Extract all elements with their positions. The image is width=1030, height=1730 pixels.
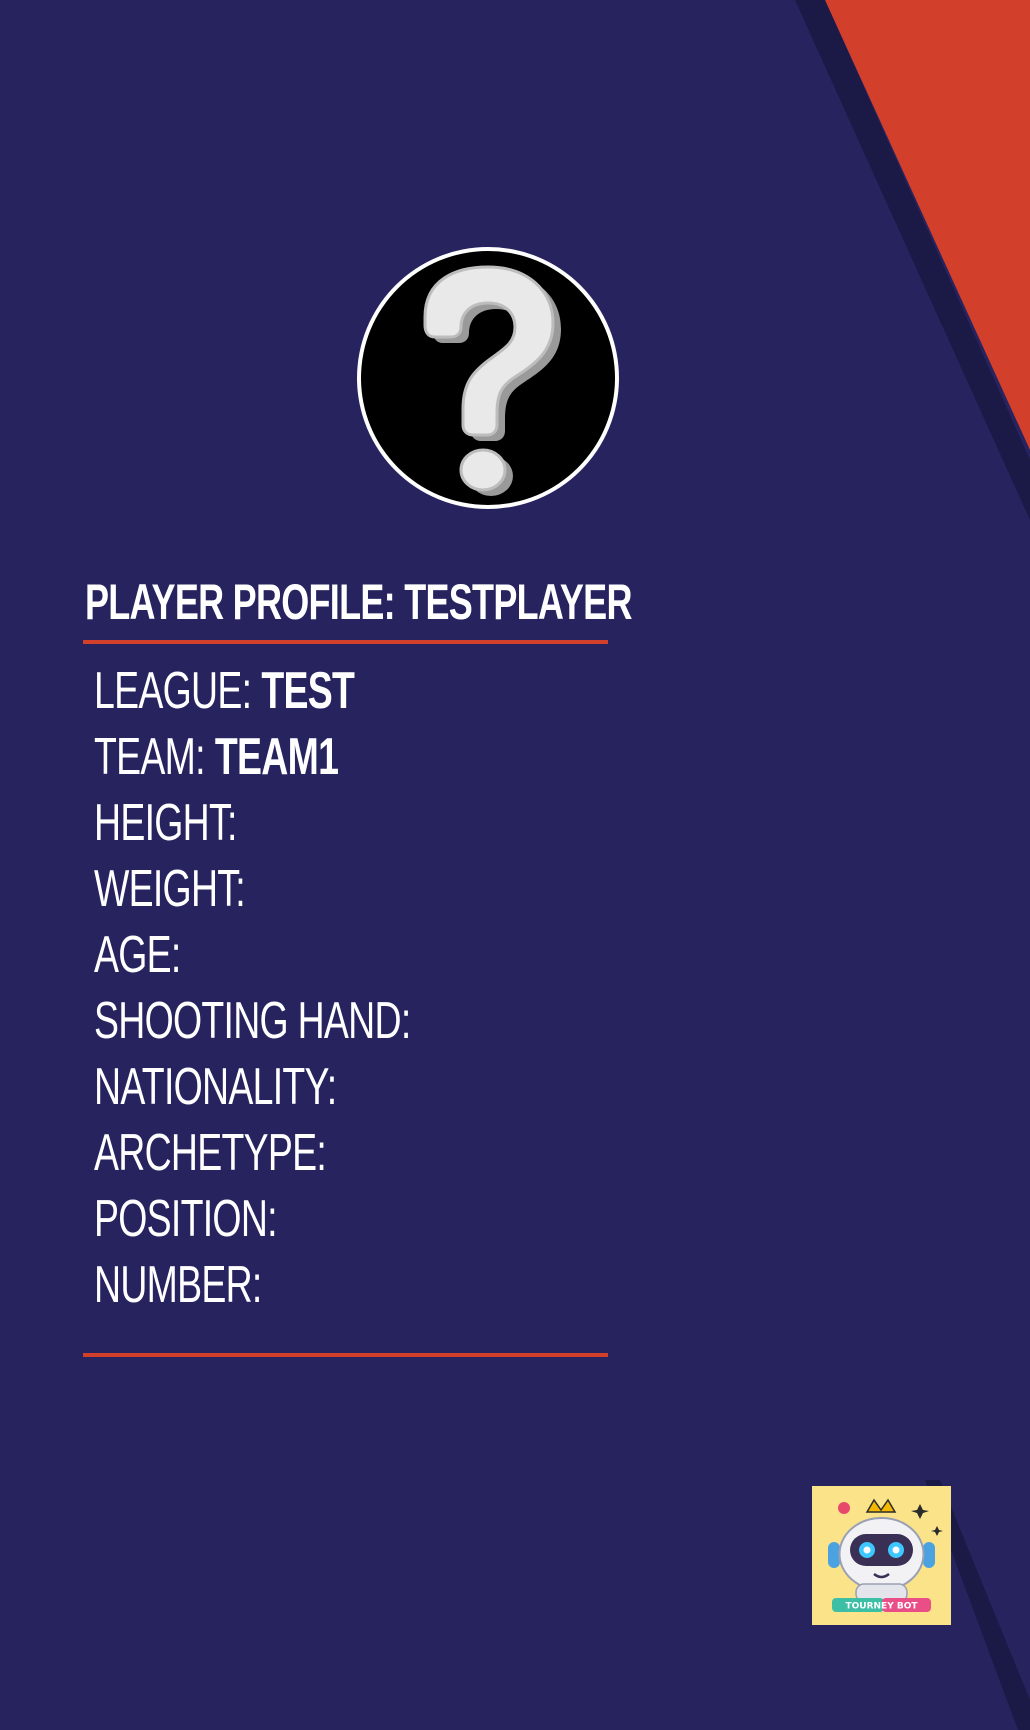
profile-fields: LEAGUE: TEST TEAM: TEAM1 HEIGHT: WEIGHT: A… [94,658,608,1318]
field-nationality: NATIONALITY: [94,1054,608,1120]
field-value: TEAM1 [214,728,339,786]
field-label: AGE: [94,926,181,984]
field-label: NUMBER: [94,1256,262,1314]
field-height: HEIGHT: [94,790,608,856]
field-label: HEIGHT: [94,794,237,852]
tourney-bot-logo: TOURNEY BOT [812,1486,951,1625]
question-mark-icon [357,247,619,509]
field-league: LEAGUE: TEST [94,658,608,724]
profile-title: PLAYER PROFILE: TESTPLAYER [85,574,632,630]
field-label: SHOOTING HAND: [94,992,411,1050]
field-position: POSITION: [94,1186,608,1252]
field-label: ARCHETYPE: [94,1124,327,1182]
field-number: NUMBER: [94,1252,608,1318]
field-value: TEST [261,662,355,720]
logo-text: TOURNEY BOT [845,1602,918,1612]
field-age: AGE: [94,922,608,988]
bottom-divider [83,1353,608,1357]
orange-corner-triangle [825,0,1030,450]
field-shooting-hand: SHOOTING HAND: [94,988,608,1054]
title-divider [83,640,608,644]
player-avatar [355,245,621,511]
field-label: LEAGUE: [94,662,252,720]
player-profile-card: PLAYER PROFILE: TESTPLAYER LEAGUE: TEST T… [83,570,632,1357]
tourney-bot-robot-icon: TOURNEY BOT [812,1486,951,1625]
field-label: TEAM: [94,728,206,786]
field-weight: WEIGHT: [94,856,608,922]
field-label: NATIONALITY: [94,1058,337,1116]
field-archetype: ARCHETYPE: [94,1120,608,1186]
field-team: TEAM: TEAM1 [94,724,608,790]
field-label: POSITION: [94,1190,278,1248]
field-label: WEIGHT: [94,860,246,918]
